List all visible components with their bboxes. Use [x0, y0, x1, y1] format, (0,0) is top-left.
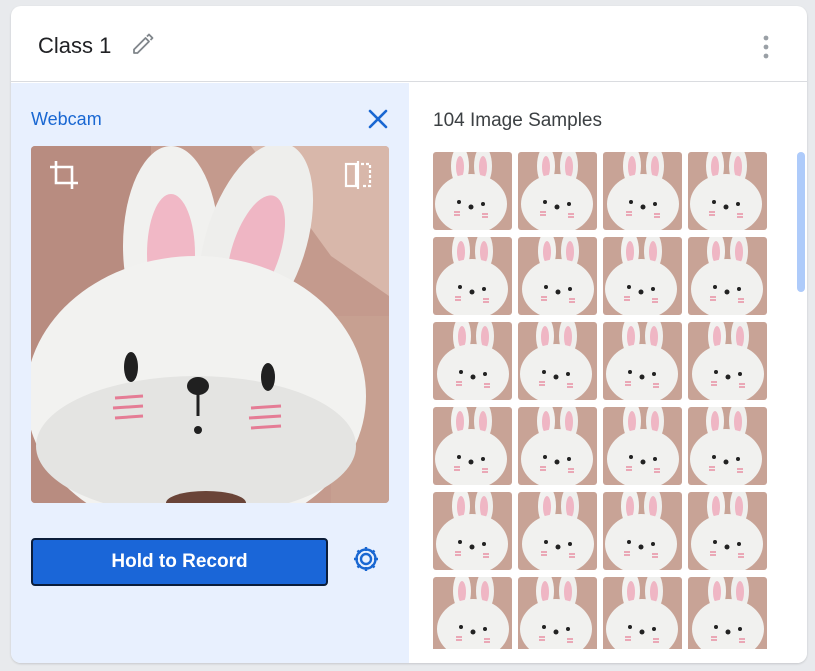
- samples-count-title: 104 Image Samples: [433, 110, 602, 131]
- more-vertical-icon[interactable]: [759, 33, 773, 61]
- sample-thumbnail[interactable]: [603, 237, 682, 315]
- sample-thumbnail[interactable]: [603, 152, 682, 230]
- sample-thumbnail[interactable]: [518, 322, 597, 400]
- samples-grid: [433, 152, 773, 649]
- scrollbar-thumb[interactable]: [797, 152, 805, 292]
- pencil-icon[interactable]: [130, 31, 156, 57]
- sample-thumbnail[interactable]: [433, 577, 512, 649]
- sample-thumbnail[interactable]: [518, 407, 597, 485]
- webcam-panel: Webcam Hold to Record: [11, 83, 409, 663]
- sample-thumbnail[interactable]: [433, 492, 512, 570]
- sample-thumbnail[interactable]: [518, 237, 597, 315]
- sample-thumbnail[interactable]: [518, 492, 597, 570]
- webcam-preview: [31, 146, 389, 503]
- hold-to-record-button[interactable]: Hold to Record: [31, 538, 328, 586]
- webcam-label: Webcam: [31, 109, 102, 129]
- sample-thumbnail[interactable]: [603, 322, 682, 400]
- sample-thumbnail[interactable]: [433, 322, 512, 400]
- sample-thumbnail[interactable]: [518, 152, 597, 230]
- sample-thumbnail[interactable]: [688, 152, 767, 230]
- sample-thumbnail[interactable]: [518, 577, 597, 649]
- samples-panel: 104 Image Samples: [409, 83, 807, 663]
- samples-scrollbar[interactable]: [797, 152, 805, 649]
- flip-horizontal-icon[interactable]: [341, 158, 375, 192]
- sample-thumbnail[interactable]: [688, 577, 767, 649]
- sample-thumbnail[interactable]: [433, 407, 512, 485]
- sample-thumbnail[interactable]: [603, 492, 682, 570]
- sample-thumbnail[interactable]: [603, 577, 682, 649]
- sample-thumbnail[interactable]: [688, 237, 767, 315]
- sample-thumbnail[interactable]: [603, 407, 682, 485]
- class-name: Class 1: [38, 33, 112, 58]
- crop-icon[interactable]: [47, 158, 81, 192]
- sample-thumbnail[interactable]: [433, 237, 512, 315]
- sample-thumbnail[interactable]: [688, 322, 767, 400]
- samples-grid-viewport[interactable]: [433, 152, 773, 649]
- close-icon[interactable]: [365, 106, 391, 132]
- sample-thumbnail[interactable]: [433, 152, 512, 230]
- class-header: Class 1: [11, 6, 807, 82]
- sample-thumbnail[interactable]: [688, 407, 767, 485]
- gear-icon[interactable]: [351, 544, 381, 574]
- class-card: Class 1 Webcam Hold to Record 104 Image …: [11, 6, 807, 663]
- sample-thumbnail[interactable]: [688, 492, 767, 570]
